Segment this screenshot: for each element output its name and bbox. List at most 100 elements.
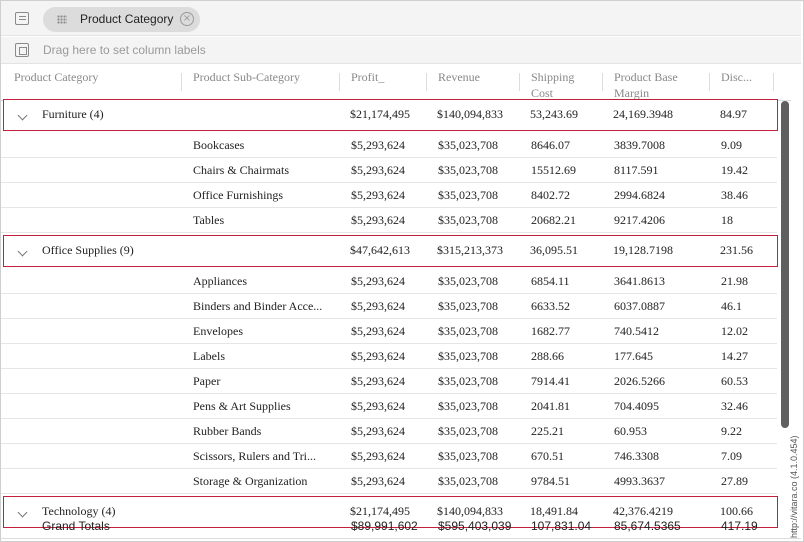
group-total-cell: $47,642,613 (350, 243, 410, 257)
column-labels-placeholder: Drag here to set column labels (43, 43, 206, 57)
table-row[interactable]: Paper $5,293,624 $35,023,708 7914.41 2026.52… (1, 369, 777, 394)
value-cell: $5,293,624 (351, 399, 405, 413)
group-chip-label: Product Category (80, 12, 174, 26)
table-row[interactable]: Appliances $5,293,624 $35,023,708 6854.11 36… (1, 269, 777, 294)
column-header-label: Product Base (614, 70, 678, 84)
grand-total-cell: 85,674.5365 (614, 519, 681, 533)
value-cell: 20682.21 (531, 213, 576, 227)
sub-category-cell: Office Furnishings (193, 188, 284, 202)
group-row[interactable]: Office Supplies (9) $47,642,613 $315,213,3… (3, 235, 778, 267)
drag-handle-icon[interactable] (57, 15, 67, 24)
value-cell: 2994.6824 (614, 188, 665, 202)
value-cell: $5,293,624 (351, 424, 405, 438)
value-cell: $35,023,708 (438, 163, 498, 177)
value-cell: $35,023,708 (438, 424, 498, 438)
value-cell: 225.21 (531, 424, 564, 438)
scrollbar-thumb[interactable] (781, 101, 789, 428)
watermark: http://vitara.co (4.1.0.454) (789, 435, 799, 538)
value-cell: 60.53 (721, 374, 748, 388)
column-header[interactable]: Revenue (438, 69, 480, 85)
sub-category-cell: Pens & Art Supplies (193, 399, 291, 413)
table-row[interactable]: Labels $5,293,624 $35,023,708 288.66 177.645… (1, 344, 777, 369)
group-total-cell: 84.97 (720, 107, 747, 121)
value-cell: 9.22 (721, 424, 742, 438)
value-cell: 6633.52 (531, 299, 570, 313)
table-row[interactable]: Rubber Bands $5,293,624 $35,023,708 225.21 6… (1, 419, 777, 444)
row-group-panel: Product Category × (1, 1, 801, 36)
value-cell: 9.09 (721, 138, 742, 152)
table-row[interactable]: Scissors, Rulers and Tri... $5,293,624 $35… (1, 444, 777, 469)
group-total-cell: $315,213,373 (437, 243, 503, 257)
value-cell: $35,023,708 (438, 449, 498, 463)
group-label: Furniture (4) (42, 107, 104, 121)
value-cell: 7914.41 (531, 374, 570, 388)
column-header-label: Disc... (721, 70, 752, 84)
value-cell: $5,293,624 (351, 474, 405, 488)
sub-category-cell: Envelopes (193, 324, 243, 338)
chevron-down-icon[interactable] (18, 247, 28, 257)
value-cell: 670.51 (531, 449, 564, 463)
column-resize-handle[interactable] (339, 73, 340, 91)
group-chip-product-category[interactable]: Product Category × (43, 7, 200, 32)
value-cell: $5,293,624 (351, 374, 405, 388)
value-cell: $5,293,624 (351, 188, 405, 202)
value-cell: 38.46 (721, 188, 748, 202)
value-cell: $35,023,708 (438, 474, 498, 488)
group-total-cell: 19,128.7198 (613, 243, 673, 257)
grid-bottom-border (1, 538, 801, 539)
column-header[interactable]: Product Sub-Category (193, 69, 300, 85)
grand-totals-label: Grand Totals (42, 519, 110, 533)
grand-total-cell: 107,831.04 (531, 519, 592, 533)
column-header[interactable]: Shipping Cost (531, 69, 574, 101)
value-cell: $35,023,708 (438, 374, 498, 388)
column-resize-handle[interactable] (773, 73, 774, 91)
value-cell: $35,023,708 (438, 138, 498, 152)
value-cell: 7.09 (721, 449, 742, 463)
value-cell: $5,293,624 (351, 274, 405, 288)
table-row[interactable]: Chairs & Chairmats $5,293,624 $35,023,708 1… (1, 158, 777, 183)
value-cell: 8646.07 (531, 138, 570, 152)
remove-group-icon[interactable]: × (180, 12, 194, 26)
column-resize-handle[interactable] (426, 73, 427, 91)
value-cell: 1682.77 (531, 324, 570, 338)
column-resize-handle[interactable] (709, 73, 710, 91)
sub-category-cell: Scissors, Rulers and Tri... (193, 449, 317, 463)
value-cell: $35,023,708 (438, 299, 498, 313)
value-cell: 27.89 (721, 474, 748, 488)
sub-category-cell: Chairs & Chairmats (193, 163, 289, 177)
table-row[interactable]: Pens & Art Supplies $5,293,624 $35,023,708… (1, 394, 777, 419)
column-header[interactable]: Profit_ (351, 69, 384, 85)
table-row[interactable]: Binders and Binder Acce... $5,293,624 $35,… (1, 294, 777, 319)
value-cell: 9217.4206 (614, 213, 665, 227)
value-cell: 2026.5266 (614, 374, 665, 388)
column-resize-handle[interactable] (181, 73, 182, 91)
value-cell: $35,023,708 (438, 213, 498, 227)
column-header-label: Product Sub-Category (193, 70, 300, 84)
column-resize-handle[interactable] (519, 73, 520, 91)
value-cell: 740.5412 (614, 324, 659, 338)
table-row[interactable]: Envelopes $5,293,624 $35,023,708 1682.77 740… (1, 319, 777, 344)
group-row[interactable]: Furniture (4) $21,174,495 $140,094,833 53,2… (3, 99, 778, 131)
sub-category-cell: Appliances (193, 274, 247, 288)
value-cell: $5,293,624 (351, 449, 405, 463)
column-resize-handle[interactable] (602, 73, 603, 91)
table-row[interactable]: Tables $5,293,624 $35,023,708 20682.21 9217.… (1, 208, 777, 233)
value-cell: 6037.0887 (614, 299, 665, 313)
column-header-label: Profit_ (351, 70, 385, 84)
column-header[interactable]: Product Base Margin (614, 69, 678, 101)
group-total-cell: $21,174,495 (350, 107, 410, 121)
column-header[interactable]: Disc... (721, 69, 752, 85)
chevron-down-icon[interactable] (18, 111, 28, 121)
value-cell: 14.27 (721, 349, 748, 363)
column-header[interactable]: Product Category (14, 69, 98, 85)
group-total-cell: 24,169.3948 (613, 107, 673, 121)
column-labels-panel[interactable]: Drag here to set column labels (1, 37, 801, 64)
value-cell: 19.42 (721, 163, 748, 177)
value-cell: 9784.51 (531, 474, 570, 488)
value-cell: 6854.11 (531, 274, 570, 288)
table-row[interactable]: Bookcases $5,293,624 $35,023,708 8646.07 383… (1, 133, 777, 158)
table-row[interactable]: Office Furnishings $5,293,624 $35,023,708 8… (1, 183, 777, 208)
table-row[interactable]: Storage & Organization $5,293,624 $35,023,… (1, 469, 777, 494)
value-cell: 177.645 (614, 349, 653, 363)
value-cell: 46.1 (721, 299, 742, 313)
